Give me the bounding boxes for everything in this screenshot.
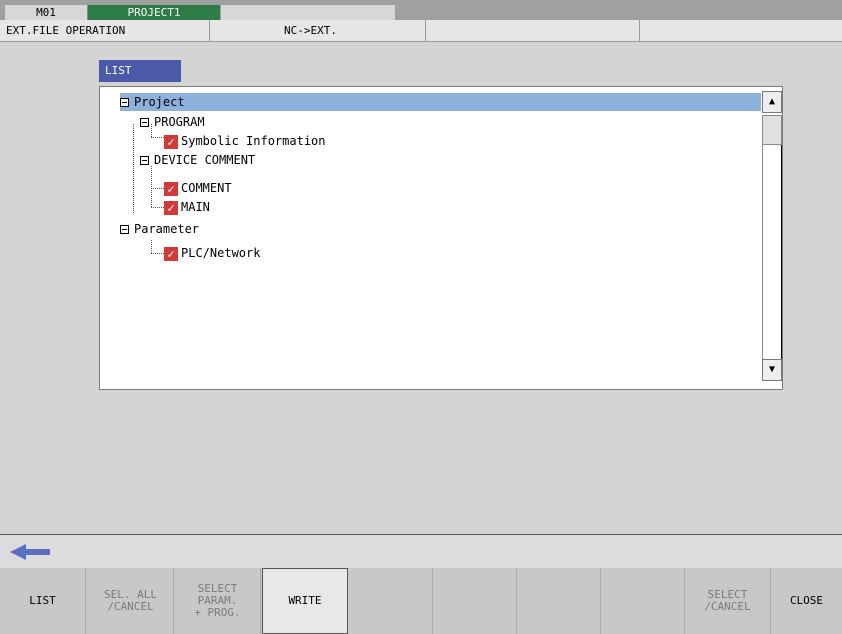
tree-node-label: COMMENT [181,181,232,195]
scroll-thumb[interactable] [762,115,782,145]
tree-connector [151,253,164,254]
close-key[interactable]: CLOSE [771,568,842,634]
tree-node-label: Parameter [134,222,200,236]
mode-cell-empty-1 [426,20,640,41]
back-arrow-icon[interactable] [10,543,50,561]
softkey-5[interactable] [347,568,433,634]
checkbox-checked-icon[interactable]: ✓ [164,200,178,215]
tree-connector [151,166,152,207]
collapse-icon[interactable] [140,156,149,165]
write-key[interactable]: WRITE [262,568,348,634]
tree-node-label: DEVICE COMMENT [154,153,256,167]
tree-node-plc-network[interactable]: ✓ PLC/Network [164,244,260,262]
tree-node-comment[interactable]: ✓ COMMENT [164,179,232,197]
tree-node-main[interactable]: ✓ MAIN [164,198,210,216]
softkey-6[interactable] [431,568,517,634]
arrow-up-icon[interactable]: ▲ [762,91,782,113]
checkbox-checked-icon[interactable]: ✓ [164,134,178,149]
tree-node-parameter[interactable]: Parameter [120,220,199,238]
tree-node-device-comment[interactable]: DEVICE COMMENT [140,151,255,169]
select-param-prog-key[interactable]: SELECT PARAM. + PROG. [175,568,261,634]
operation-label: EXT.FILE OPERATION [0,20,210,41]
tree-node-program[interactable]: PROGRAM [140,113,205,131]
collapse-icon[interactable] [140,118,149,127]
tree-connector [151,137,164,138]
tree-connector [151,207,164,208]
mode-cell-empty-2 [640,20,842,41]
tree-view[interactable]: Project PROGRAM ✓ Symbolic Information DE… [100,87,761,389]
select-all-cancel-key[interactable]: SEL. ALL /CANCEL [88,568,174,634]
softkey-7[interactable] [515,568,601,634]
softkey-bar: LIST SEL. ALL /CANCEL SELECT PARAM. + PR… [0,568,842,634]
tree-node-label: Project [134,95,185,109]
select-cancel-key[interactable]: SELECT /CANCEL [685,568,771,634]
collapse-icon[interactable] [120,98,129,107]
checkbox-checked-icon[interactable]: ✓ [164,246,178,261]
machine-tab[interactable]: M01 [5,5,88,20]
tree-connector [151,240,152,253]
tree-panel: Project PROGRAM ✓ Symbolic Information DE… [99,86,783,390]
tree-node-label: PROGRAM [154,115,205,129]
tree-node-label: Symbolic Information [181,134,326,148]
vertical-scrollbar[interactable]: ▲ ▼ [762,91,782,381]
list-key[interactable]: LIST [0,568,86,634]
checkbox-checked-icon[interactable]: ✓ [164,181,178,196]
tree-connector [133,124,134,213]
softkey-8[interactable] [599,568,685,634]
tree-node-label: MAIN [181,200,210,214]
blank-tab [221,5,395,20]
tree-node-project[interactable]: Project [120,93,761,111]
collapse-icon[interactable] [120,225,129,234]
list-tab: LIST [99,60,181,82]
project-tab[interactable]: PROJECT1 [88,5,220,20]
scroll-track[interactable] [762,145,782,359]
tree-connector [151,188,164,189]
mode-bar: EXT.FILE OPERATION NC->EXT. [0,20,842,42]
arrow-down-icon[interactable]: ▼ [762,359,782,381]
message-bar [0,534,842,569]
title-bar: M01 PROJECT1 [0,0,842,20]
tree-node-label: PLC/Network [181,246,261,260]
direction-label: NC->EXT. [210,20,426,41]
tree-node-symbolic-information[interactable]: ✓ Symbolic Information [164,132,326,150]
